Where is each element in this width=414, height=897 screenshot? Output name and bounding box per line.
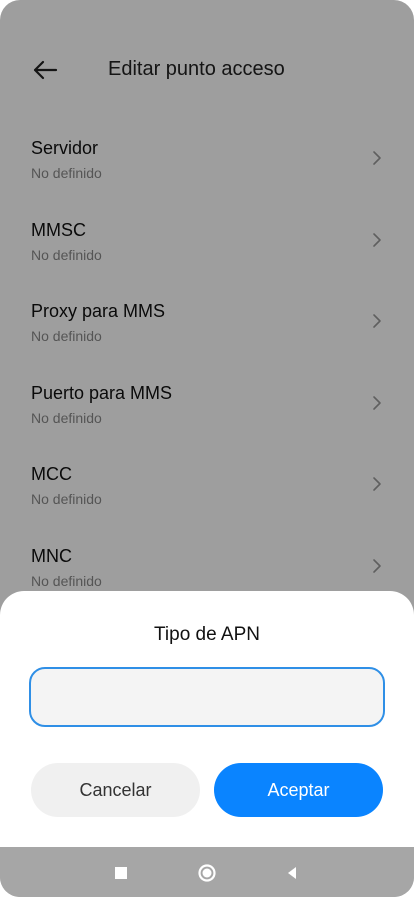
apn-type-input[interactable] <box>29 667 385 727</box>
square-icon <box>115 867 127 879</box>
accept-button[interactable]: Aceptar <box>214 763 383 817</box>
apn-type-dialog: Tipo de APN Cancelar Aceptar <box>0 591 414 847</box>
home-button[interactable] <box>195 861 219 885</box>
cancel-button[interactable]: Cancelar <box>31 763 200 817</box>
triangle-left-icon <box>288 867 296 879</box>
navigation-bar <box>0 847 414 897</box>
back-nav-button[interactable] <box>280 861 304 885</box>
screen: 10:00 Editar punto acceso Servidor No de… <box>0 0 414 897</box>
recent-apps-button[interactable] <box>109 861 133 885</box>
dialog-title: Tipo de APN <box>154 624 260 645</box>
circle-icon <box>198 864 216 882</box>
